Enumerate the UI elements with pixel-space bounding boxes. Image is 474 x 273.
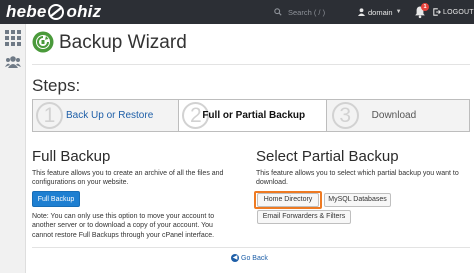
step-label: Back Up or Restore [66, 110, 154, 121]
logo-mark-icon [47, 4, 65, 20]
step-full-or-partial-backup: 2 Full or Partial Backup [178, 100, 327, 131]
logo-text-right: ohiz [66, 2, 102, 21]
search-placeholder: Search ( / ) [288, 7, 326, 17]
user-icon [358, 8, 365, 16]
mysql-databases-button[interactable]: MySQL Databases [324, 193, 391, 207]
partial-backup-description-line1: This feature allows you to select which … [256, 170, 459, 177]
arrow-left-icon: ◀ [231, 254, 239, 262]
page-title: Backup Wizard [59, 32, 187, 53]
divider [32, 247, 470, 248]
full-backup-button[interactable]: Full Backup [32, 191, 80, 207]
note-line: Note: You can only use this option to mo… [32, 213, 215, 220]
step-number: 3 [331, 102, 359, 129]
partial-backup-description-line2: download. [256, 179, 288, 186]
backup-wizard-icon [32, 31, 54, 53]
full-backup-note: Note: You can only use this option to mo… [32, 212, 247, 240]
logo-text-left: hebe [6, 2, 47, 21]
home-directory-button[interactable]: Home Directory [257, 193, 319, 207]
search-icon [274, 8, 282, 16]
left-sidebar [0, 24, 26, 273]
user-menu[interactable]: domain ▼ [358, 0, 402, 24]
logout-label: LOGOUT [443, 8, 474, 16]
go-back-label: Go Back [241, 254, 268, 262]
divider [32, 64, 470, 65]
step-label: Full or Partial Backup [202, 110, 306, 121]
users-icon[interactable] [5, 54, 21, 70]
full-backup-heading: Full Backup [32, 148, 111, 165]
step-number: 1 [36, 102, 63, 129]
logout-icon [433, 8, 441, 16]
logout-button[interactable]: LOGOUT [433, 0, 474, 24]
go-back-link[interactable]: ◀ Go Back [231, 254, 268, 262]
notification-badge: 1 [421, 3, 429, 11]
steps-bar: 1 Back Up or Restore 2 Full or Partial B… [32, 99, 470, 132]
top-bar: hebe ohiz Search ( / ) domain ▼ 1 LOGOUT [0, 0, 474, 24]
full-backup-description-line1: This feature allows you to create an arc… [32, 170, 224, 177]
steps-heading: Steps: [32, 76, 81, 95]
username: domain [368, 7, 393, 17]
full-backup-description-line2: configurations on your website. [32, 179, 129, 186]
note-line: cannot restore Full Backups through your… [32, 231, 215, 239]
step-label: Download [371, 110, 417, 121]
brand-logo[interactable]: hebe ohiz [6, 2, 101, 22]
step-download: 3 Download [326, 100, 469, 131]
grid-icon[interactable] [5, 30, 21, 46]
email-forwarders-filters-button[interactable]: Email Forwarders & Filters [257, 210, 351, 224]
partial-backup-heading: Select Partial Backup [256, 148, 399, 165]
chevron-down-icon: ▼ [395, 9, 402, 15]
step-back-up-or-restore[interactable]: 1 Back Up or Restore [33, 100, 179, 131]
note-line: another server or to download a copy of … [32, 222, 213, 230]
search-input[interactable]: Search ( / ) [268, 4, 352, 20]
